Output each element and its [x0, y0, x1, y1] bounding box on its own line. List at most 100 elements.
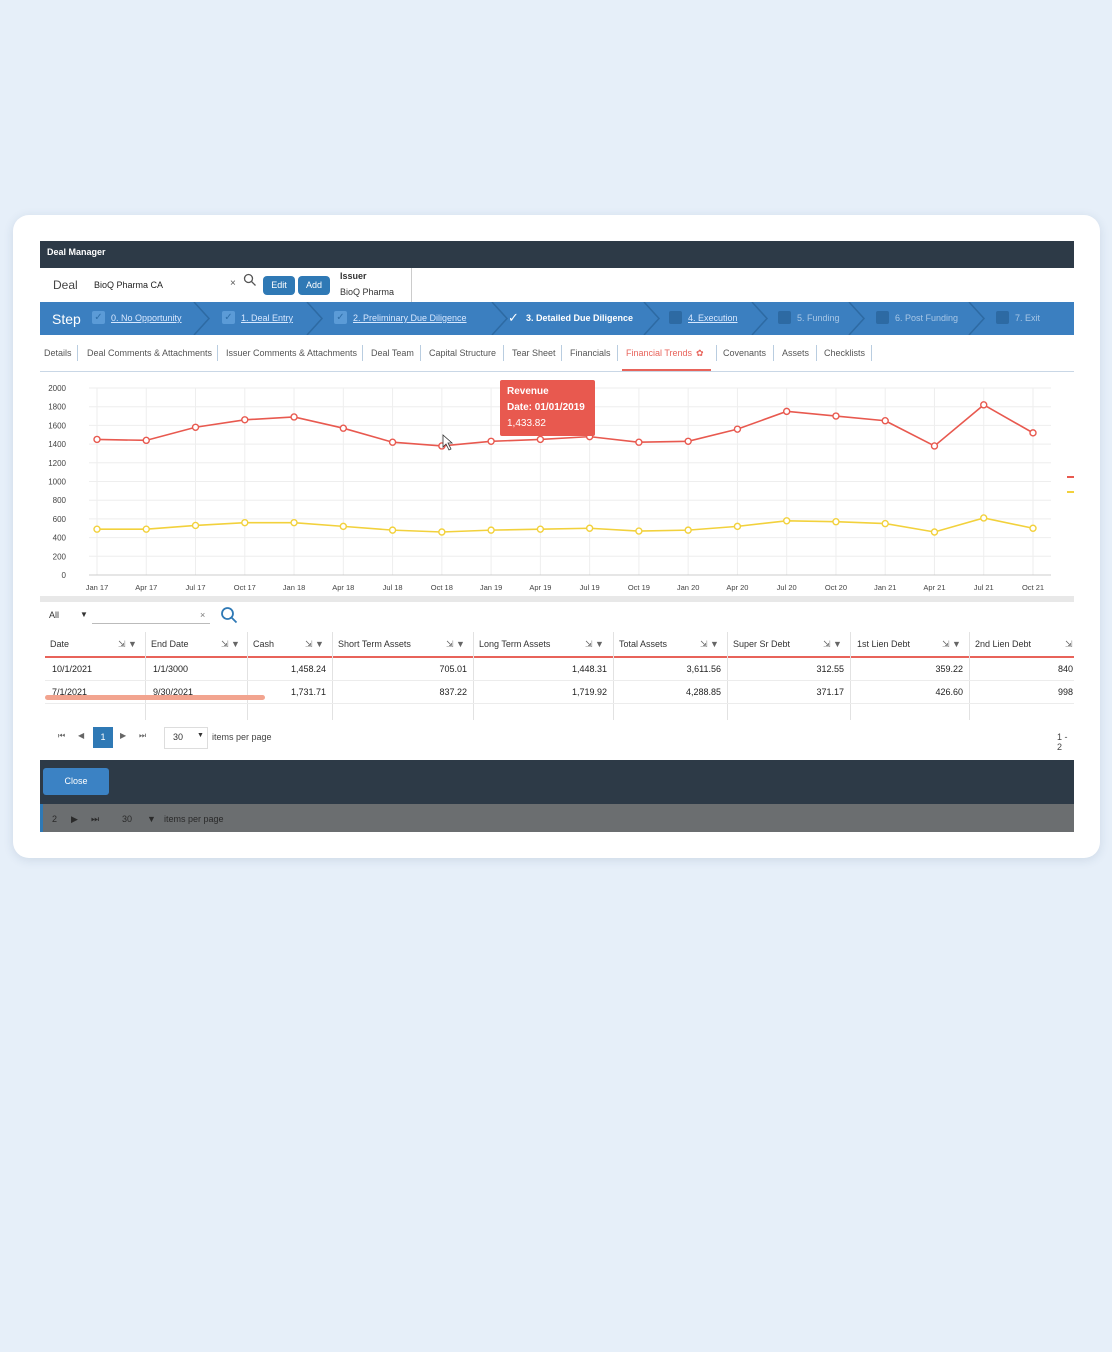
chevron-down-icon[interactable]: ▼ — [80, 610, 88, 619]
filter-select[interactable]: All — [49, 610, 59, 620]
page-size-select[interactable]: 30 ▼ — [164, 727, 208, 749]
table-row[interactable]: 10/1/2021 1/1/3000 1,458.24 705.01 1,448… — [45, 658, 1074, 681]
clear-icon[interactable]: × — [200, 610, 205, 620]
current-page-button[interactable]: 1 — [93, 727, 113, 748]
filter-input[interactable] — [92, 608, 210, 624]
data-point[interactable] — [290, 518, 298, 527]
first-page-icon[interactable]: ⏮ — [58, 731, 65, 741]
data-point[interactable] — [536, 525, 545, 533]
data-point[interactable] — [684, 526, 692, 534]
data-point[interactable] — [930, 442, 939, 450]
tab-covenants[interactable]: Covenants — [723, 335, 766, 371]
next-page-icon[interactable]: ▶ — [120, 731, 126, 740]
x-tick-label: Jul 21 — [974, 583, 994, 592]
data-point[interactable] — [487, 526, 495, 534]
chart-tooltip: Revenue Date: 01/01/2019 1,433.82 — [500, 380, 595, 436]
last-page-icon[interactable]: ⏭ — [139, 731, 146, 741]
y-tick-label: 1400 — [48, 440, 66, 449]
filter-icon[interactable]: ⇲ ▼ — [305, 632, 324, 656]
data-point[interactable] — [290, 413, 298, 421]
x-tick-label: Jul 20 — [777, 583, 797, 592]
data-point[interactable] — [881, 519, 889, 528]
data-point[interactable] — [438, 528, 446, 536]
data-point[interactable] — [388, 438, 397, 446]
tab-assets[interactable]: Assets — [782, 335, 809, 371]
filter-row: All ▼ × — [40, 604, 1074, 630]
data-point[interactable] — [241, 518, 249, 527]
search-icon[interactable] — [243, 273, 257, 289]
y-tick-label: 200 — [53, 552, 67, 561]
filter-icon[interactable]: ⇲ ▼ — [118, 632, 137, 656]
col-2nd-lien-debt[interactable]: 2nd Lien Debt — [975, 632, 1031, 656]
data-point[interactable] — [339, 424, 348, 432]
data-point[interactable] — [832, 518, 840, 526]
y-tick-label: 800 — [53, 496, 67, 505]
filter-icon[interactable]: ⇲ — [1065, 632, 1073, 656]
data-point[interactable] — [487, 437, 495, 445]
tab-financials[interactable]: Financials — [570, 335, 611, 371]
col-end-date[interactable]: End Date — [151, 632, 189, 656]
data-point[interactable] — [93, 525, 101, 533]
data-point[interactable] — [1029, 429, 1037, 437]
prev-page-icon[interactable]: ◀ — [78, 731, 84, 740]
x-tick-label: Apr 17 — [135, 583, 157, 592]
tab-issuer-comments[interactable]: Issuer Comments & Attachments — [226, 335, 357, 371]
add-button[interactable]: Add — [298, 276, 330, 295]
edit-button[interactable]: Edit — [263, 276, 295, 295]
data-point[interactable] — [241, 416, 249, 424]
data-point[interactable] — [536, 435, 545, 444]
data-point[interactable] — [881, 417, 889, 425]
x-tick-label: Apr 18 — [332, 583, 354, 592]
deal-clear-icon[interactable]: × — [230, 278, 236, 289]
checkbox-icon — [876, 311, 889, 324]
data-point[interactable] — [191, 423, 200, 431]
gear-icon: ✿ — [696, 348, 704, 358]
table-header: Date ⇲ ▼ End Date ⇲ ▼ Cash ⇲ ▼ Short Ter… — [45, 632, 1074, 658]
data-point[interactable] — [684, 437, 692, 445]
data-point[interactable] — [980, 401, 988, 409]
col-long-term-assets[interactable]: Long Term Assets — [479, 632, 550, 656]
data-point[interactable] — [1029, 524, 1037, 532]
data-point[interactable] — [142, 525, 150, 533]
filter-icon[interactable]: ⇲ ▼ — [446, 632, 465, 656]
data-point[interactable] — [782, 517, 791, 525]
tab-financial-trends[interactable]: Financial Trends ✿ — [622, 335, 711, 371]
filter-icon[interactable]: ⇲ ▼ — [585, 632, 604, 656]
tab-tear-sheet[interactable]: Tear Sheet — [512, 335, 556, 371]
data-point[interactable] — [782, 407, 791, 416]
data-point[interactable] — [733, 425, 742, 433]
filter-icon[interactable]: ⇲ ▼ — [221, 632, 240, 656]
horizontal-scrollbar[interactable] — [45, 695, 265, 700]
tab-deal-comments[interactable]: Deal Comments & Attachments — [87, 335, 212, 371]
data-point[interactable] — [585, 524, 594, 532]
data-point[interactable] — [142, 436, 150, 445]
col-short-term-assets[interactable]: Short Term Assets — [338, 632, 411, 656]
filter-icon[interactable]: ⇲ ▼ — [700, 632, 719, 656]
data-point[interactable] — [388, 526, 397, 534]
col-super-sr-debt[interactable]: Super Sr Debt — [733, 632, 790, 656]
chart-splitter[interactable] — [40, 596, 1074, 602]
data-point[interactable] — [635, 527, 643, 535]
data-point[interactable] — [930, 528, 939, 536]
data-point[interactable] — [635, 438, 643, 446]
filter-icon[interactable]: ⇲ ▼ — [823, 632, 842, 656]
col-1st-lien-debt[interactable]: 1st Lien Debt — [857, 632, 910, 656]
table-row[interactable]: 7/1/2021 9/30/2021 1,731.71 837.22 1,719… — [45, 681, 1074, 704]
data-point[interactable] — [980, 514, 988, 522]
data-point[interactable] — [191, 521, 200, 530]
deal-combobox[interactable]: BioQ Pharma CA — [92, 277, 240, 293]
filter-icon[interactable]: ⇲ ▼ — [942, 632, 961, 656]
tab-deal-team[interactable]: Deal Team — [371, 335, 414, 371]
data-point[interactable] — [339, 522, 348, 531]
search-icon[interactable] — [220, 606, 238, 626]
tab-checklists[interactable]: Checklists — [824, 335, 865, 371]
tab-capital-structure[interactable]: Capital Structure — [429, 335, 496, 371]
data-point[interactable] — [733, 522, 742, 531]
close-button[interactable]: Close — [43, 768, 109, 795]
data-point[interactable] — [832, 412, 840, 420]
tab-details[interactable]: Details — [44, 335, 72, 371]
col-date[interactable]: Date — [50, 632, 69, 656]
col-cash[interactable]: Cash — [253, 632, 274, 656]
col-total-assets[interactable]: Total Assets — [619, 632, 667, 656]
data-point[interactable] — [93, 435, 101, 444]
